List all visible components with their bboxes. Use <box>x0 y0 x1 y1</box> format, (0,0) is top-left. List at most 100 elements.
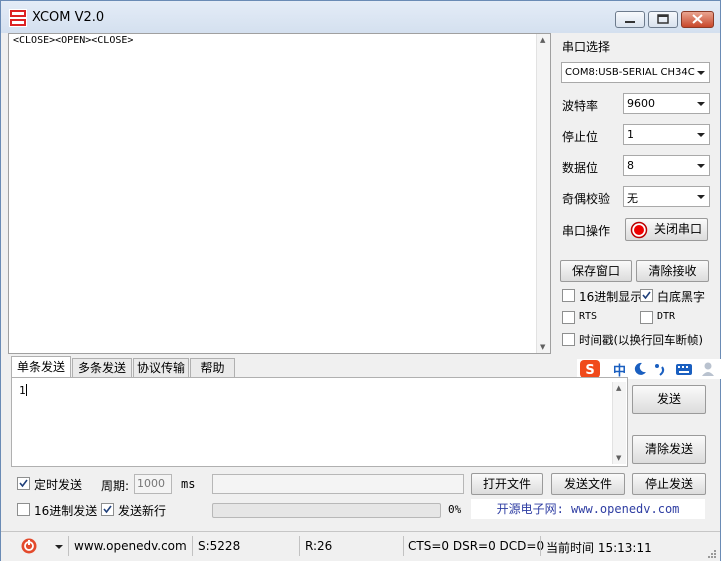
white-black-label: 白底黑字 <box>657 290 706 304</box>
status-divider <box>299 536 300 556</box>
scroll-up-icon[interactable]: ▲ <box>616 384 621 392</box>
parity-label: 奇偶校验 <box>562 192 611 206</box>
close-icon <box>692 14 703 24</box>
rts-label: RTS <box>579 311 598 322</box>
record-dot-icon <box>630 221 648 239</box>
receive-content: <CLOSE><OPEN><CLOSE> <box>13 35 134 46</box>
period-unit: ms <box>181 477 196 491</box>
stop-send-button[interactable]: 停止发送 <box>632 473 706 495</box>
tab-help[interactable]: 帮助 <box>190 358 235 378</box>
checkmark-icon <box>103 505 112 514</box>
site-banner[interactable]: 开源电子网: www.openedv.com <box>471 499 705 519</box>
tab-single-send[interactable]: 单条发送 <box>11 356 71 378</box>
xcom-window: XCOM V2.0 <CLOSE><OPEN><CLOSE> ▲ ▼ 串口选择 … <box>0 0 721 561</box>
receive-scrollbar[interactable]: ▲ ▼ <box>536 34 550 353</box>
send-progress-bar <box>212 503 441 518</box>
keyboard-icon[interactable] <box>675 362 693 376</box>
maximize-button[interactable] <box>648 11 678 28</box>
minimize-button[interactable] <box>615 11 645 28</box>
dtr-checkbox[interactable] <box>640 311 653 324</box>
sogou-logo-icon: S <box>580 360 600 378</box>
open-file-button[interactable]: 打开文件 <box>471 473 543 495</box>
stop-bits-value: 1 <box>627 128 634 141</box>
file-path-input[interactable] <box>212 474 464 494</box>
user-icon[interactable] <box>701 361 715 377</box>
tab-multi-send[interactable]: 多条发送 <box>72 358 132 378</box>
send-panel: 1 ▲ ▼ <box>11 377 628 467</box>
triangle-down-icon[interactable] <box>54 542 64 552</box>
status-divider <box>403 536 404 556</box>
baud-value: 9600 <box>627 97 655 110</box>
receive-textarea[interactable]: <CLOSE><OPEN><CLOSE> ▲ ▼ <box>8 33 551 354</box>
newline-label: 发送新行 <box>118 504 167 518</box>
settings-icon[interactable] <box>20 537 38 555</box>
port-value: COM8:USB-SERIAL CH34C <box>565 67 695 78</box>
chevron-down-icon <box>697 133 705 137</box>
close-port-button[interactable]: 关闭串口 <box>625 218 708 241</box>
hex-display-label: 16进制显示 <box>579 290 643 304</box>
chevron-down-icon <box>697 164 705 168</box>
port-operation-label: 串口操作 <box>562 224 611 238</box>
tab-protocol[interactable]: 协议传输 <box>133 358 189 378</box>
port-select[interactable]: COM8:USB-SERIAL CH34C <box>561 62 710 83</box>
send-textarea[interactable]: 1 <box>19 384 27 397</box>
hex-send-checkbox[interactable] <box>17 503 30 516</box>
moon-icon[interactable] <box>633 362 647 376</box>
status-received-count: R:26 <box>305 539 333 553</box>
close-port-label: 关闭串口 <box>654 222 703 236</box>
status-sent-count: S:5228 <box>198 539 241 553</box>
progress-percent: 0% <box>448 503 462 516</box>
stop-bits-label: 停止位 <box>562 130 599 144</box>
send-scrollbar[interactable]: ▲ ▼ <box>612 382 626 464</box>
clear-receive-button[interactable]: 清除接收 <box>636 260 709 282</box>
scroll-up-icon[interactable]: ▲ <box>540 36 545 44</box>
scroll-down-icon[interactable]: ▼ <box>616 454 621 462</box>
send-file-button[interactable]: 发送文件 <box>551 473 625 495</box>
status-divider <box>192 536 193 556</box>
baud-select[interactable]: 9600 <box>623 93 710 114</box>
clear-send-button[interactable]: 清除发送 <box>632 435 706 464</box>
white-black-checkbox[interactable] <box>640 289 653 302</box>
title-bar[interactable]: XCOM V2.0 <box>1 1 720 33</box>
window-title: XCOM V2.0 <box>32 10 105 25</box>
newline-checkbox[interactable] <box>101 503 114 516</box>
save-window-button[interactable]: 保存窗口 <box>560 260 632 282</box>
parity-select[interactable]: 无 <box>623 186 710 207</box>
svg-text:S: S <box>585 363 594 378</box>
xcom-logo-icon <box>9 9 27 27</box>
stop-bits-select[interactable]: 1 <box>623 124 710 145</box>
chevron-down-icon <box>697 102 705 106</box>
status-lines: CTS=0 DSR=0 DCD=0 <box>408 539 545 553</box>
status-bar: www.openedv.com S:5228 R:26 CTS=0 DSR=0 … <box>1 531 720 561</box>
close-button[interactable] <box>681 11 714 28</box>
hex-display-checkbox[interactable] <box>562 289 575 302</box>
checkmark-icon <box>642 291 651 300</box>
port-label: 串口选择 <box>562 40 611 54</box>
timed-send-checkbox[interactable] <box>17 477 30 490</box>
maximize-icon <box>657 14 669 24</box>
period-input[interactable]: 1000 <box>134 474 172 494</box>
status-divider <box>68 536 69 556</box>
period-value: 1000 <box>137 477 165 490</box>
chevron-down-icon <box>697 195 705 199</box>
send-button[interactable]: 发送 <box>632 385 706 414</box>
chevron-down-icon <box>697 71 705 75</box>
rts-checkbox[interactable] <box>562 311 575 324</box>
minimize-icon <box>625 21 635 23</box>
data-bits-value: 8 <box>627 159 634 172</box>
parity-value: 无 <box>627 192 638 205</box>
status-divider <box>540 536 541 556</box>
timestamp-label: 时间戳(以换行回车断帧) <box>579 333 703 347</box>
status-time: 当前时间 15:13:11 <box>546 541 652 555</box>
status-url[interactable]: www.openedv.com <box>74 539 187 553</box>
hex-send-label: 16进制发送 <box>34 504 98 518</box>
scroll-down-icon[interactable]: ▼ <box>540 343 545 351</box>
punctuation-icon[interactable] <box>653 362 667 376</box>
resize-grip-icon[interactable] <box>707 549 717 559</box>
ime-toolbar[interactable]: S 中 <box>577 359 721 379</box>
baud-label: 波特率 <box>562 99 599 113</box>
timestamp-checkbox[interactable] <box>562 333 575 346</box>
checkmark-icon <box>19 479 28 488</box>
data-bits-select[interactable]: 8 <box>623 155 710 176</box>
text-caret <box>25 384 27 396</box>
